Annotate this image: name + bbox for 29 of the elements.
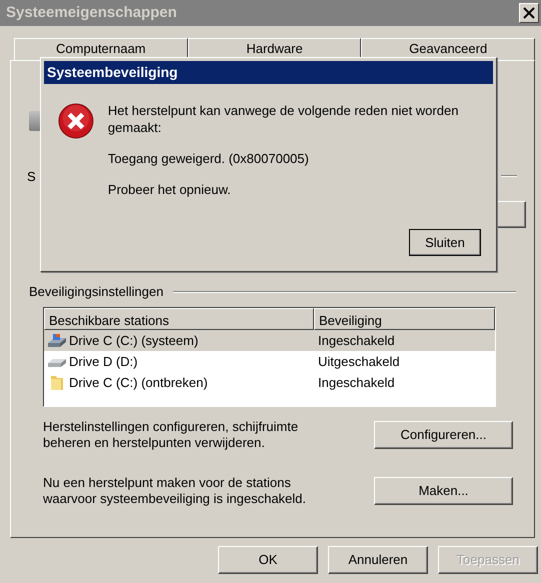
column-header[interactable]: Beschikbare stations bbox=[44, 308, 314, 330]
dialog-button[interactable]: Annuleren bbox=[328, 546, 428, 574]
list-row[interactable]: Drive D (D:) Uitgeschakeld bbox=[44, 351, 495, 372]
description-text: Herstelinstellingen configureren, schijfruimte beheren en herstelpunten verwijderen. bbox=[43, 419, 300, 451]
drive-name: Drive C (C:) (systeem) bbox=[69, 332, 198, 350]
close-icon bbox=[522, 6, 536, 20]
action-button[interactable]: Maken... bbox=[374, 477, 513, 505]
action-button[interactable]: Configureren... bbox=[374, 421, 513, 449]
close-button[interactable] bbox=[519, 3, 539, 23]
list-row[interactable]: Drive C (C:) (ontbreken) Ingeschakeld bbox=[44, 372, 495, 393]
close-dialog-button[interactable]: Sluiten bbox=[409, 229, 481, 256]
section-label: S bbox=[27, 168, 36, 186]
drive-icon bbox=[47, 332, 67, 348]
dialog-button[interactable]: OK bbox=[218, 546, 318, 574]
group-label: Beveiligingsinstellingen bbox=[29, 283, 164, 301]
hint-text: Probeer het opnieuw. bbox=[108, 181, 232, 198]
protection-status: Uitgeschakeld bbox=[317, 352, 400, 371]
list-row[interactable]: Drive C (C:) (systeem) Ingeschakeld bbox=[44, 330, 495, 351]
window-title: Systeemeigenschappen bbox=[6, 2, 177, 23]
error-icon bbox=[58, 102, 94, 140]
error-detail: Toegang geweigerd. (0x80070005) bbox=[108, 150, 310, 167]
protection-status: Ingeschakeld bbox=[317, 332, 395, 350]
drive-name: Drive C (C:) (ontbreken) bbox=[69, 374, 208, 392]
error-message: Het herstelpunt kan vanwege de volgende reden niet worden gemaakt: bbox=[108, 102, 460, 136]
column-header[interactable]: Beveiliging bbox=[314, 308, 495, 330]
dialog-title: Systeembeveiliging bbox=[44, 61, 493, 84]
drive-name: Drive D (D:) bbox=[69, 352, 138, 371]
description-text: Nu een herstelpunt maken voor de stations waarvoor systeembeveiliging is ingeschakeld. bbox=[43, 475, 308, 507]
protection-status: Ingeschakeld bbox=[317, 374, 395, 392]
